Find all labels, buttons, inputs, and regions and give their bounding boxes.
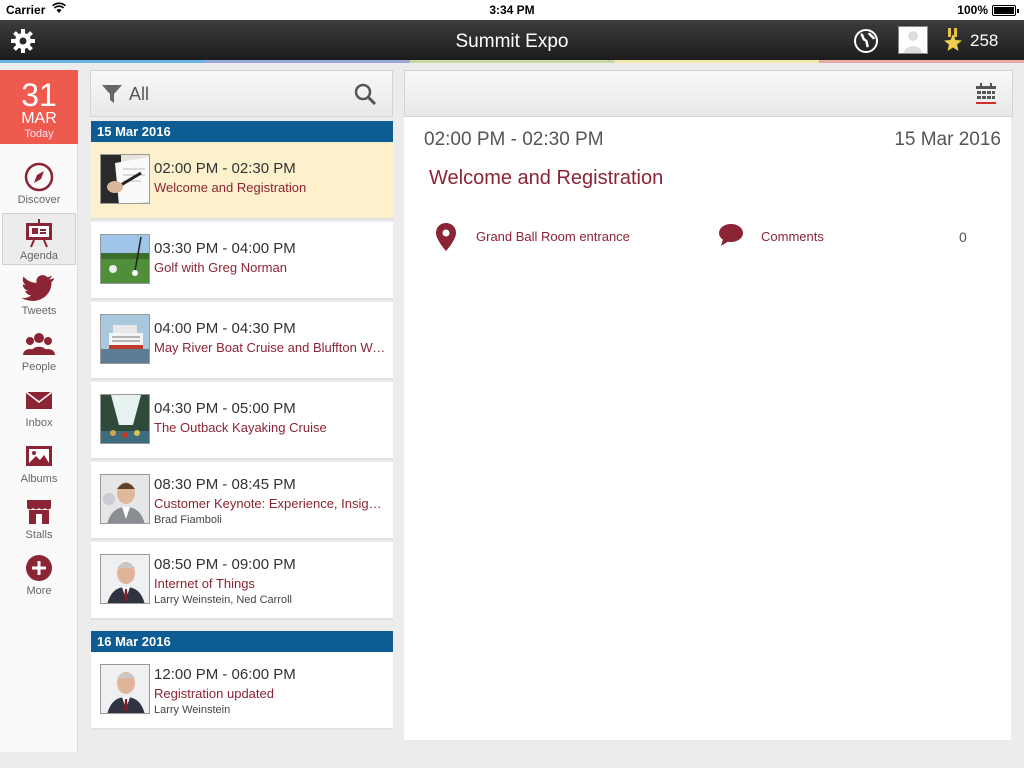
day-header: 15 Mar 2016: [91, 121, 393, 142]
event-title: Internet of Things: [154, 576, 255, 591]
speaker-photo: [100, 474, 150, 524]
event-thumbnail: [100, 314, 150, 364]
event-time: 12:00 PM - 06:00 PM: [154, 666, 296, 683]
sidebar-item-label: Discover: [17, 194, 61, 206]
event-time: 03:30 PM - 04:00 PM: [154, 240, 296, 257]
agenda-event[interactable]: 08:30 PM - 08:45 PM Customer Keynote: Ex…: [91, 462, 393, 540]
app-header: Summit Expo 258: [0, 20, 1024, 62]
event-time: 04:30 PM - 05:00 PM: [154, 400, 296, 417]
filter-bar: All: [90, 70, 393, 117]
clock: 3:34 PM: [489, 3, 535, 17]
sidebar-item-label: People: [21, 361, 57, 373]
sidebar-item-tweets[interactable]: Tweets: [2, 269, 76, 321]
comments-count: 0: [959, 229, 967, 245]
storefront-icon: [27, 500, 51, 524]
event-time: 08:30 PM - 08:45 PM: [154, 476, 296, 493]
speaker-photo: [100, 664, 150, 714]
presentation-icon: [26, 219, 52, 248]
event-title: May River Boat Cruise and Bluffton Walk: [154, 340, 388, 355]
event-thumbnail: [100, 234, 150, 284]
speaker-photo: [100, 554, 150, 604]
plus-circle-icon: [26, 555, 52, 581]
agenda-event[interactable]: 08:50 PM - 09:00 PM Internet of Things L…: [91, 542, 393, 620]
people-icon: [23, 333, 55, 355]
sidebar-item-label: Stalls: [25, 529, 53, 541]
sidebar-item-discover[interactable]: Discover: [2, 158, 76, 210]
battery-percent: 100%: [957, 3, 988, 17]
today-day: 31: [21, 77, 57, 113]
today-label: Today: [24, 128, 54, 140]
points-count: 258: [970, 31, 999, 50]
event-title: Golf with Greg Norman: [154, 260, 287, 275]
sidebar-item-albums[interactable]: Albums: [2, 437, 76, 489]
detail-date: 15 Mar 2016: [894, 129, 1001, 150]
twitter-bird-icon: [22, 275, 54, 301]
star-points-icon[interactable]: [942, 28, 964, 52]
event-speakers: Brad Fiamboli: [154, 514, 222, 526]
sidebar-item-agenda[interactable]: Agenda: [2, 213, 76, 265]
event-detail: 02:00 PM - 02:30 PM 15 Mar 2016 Welcome …: [404, 117, 1011, 740]
detail-time: 02:00 PM - 02:30 PM: [424, 129, 604, 150]
event-speakers: Larry Weinstein, Ned Carroll: [154, 594, 292, 606]
event-title: Registration updated: [154, 686, 274, 701]
agenda-event[interactable]: 12:00 PM - 06:00 PM Registration updated…: [91, 652, 393, 730]
user-avatar[interactable]: [898, 26, 928, 54]
picture-icon: [26, 446, 52, 466]
envelope-icon: [25, 391, 53, 409]
globe-icon[interactable]: [853, 28, 879, 54]
event-title: Welcome and Registration: [154, 180, 307, 195]
event-thumbnail: [100, 154, 150, 204]
filter-icon[interactable]: [101, 83, 123, 110]
comments-link[interactable]: Comments: [761, 229, 824, 244]
sidebar-item-stalls[interactable]: Stalls: [2, 493, 76, 545]
detail-toolbar: [404, 70, 1013, 117]
status-bar: Carrier 3:34 PM 100%: [0, 0, 1024, 20]
event-title: The Outback Kayaking Cruise: [154, 420, 327, 435]
compass-icon: [24, 162, 54, 192]
sidebar-item-label: Tweets: [21, 305, 57, 317]
event-title: Customer Keynote: Experience, Insight an…: [154, 496, 388, 511]
sidebar-item-people[interactable]: People: [2, 325, 76, 377]
calendar-icon[interactable]: [975, 83, 997, 110]
event-time: 08:50 PM - 09:00 PM: [154, 556, 296, 573]
agenda-event[interactable]: 02:00 PM - 02:30 PM Welcome and Registra…: [91, 142, 393, 220]
battery-icon: [992, 5, 1019, 16]
sidebar-item-inbox[interactable]: Inbox: [2, 381, 76, 433]
search-icon[interactable]: [353, 82, 377, 111]
sidebar-item-label: More: [26, 585, 52, 597]
sidebar-item-label: Albums: [20, 473, 58, 485]
event-speakers: Larry Weinstein: [154, 704, 231, 716]
event-time: 04:00 PM - 04:30 PM: [154, 320, 296, 337]
event-time: 02:00 PM - 02:30 PM: [154, 160, 296, 177]
header-color-strip: [0, 60, 1024, 63]
sidebar-item-label: Agenda: [20, 250, 58, 262]
event-location[interactable]: Grand Ball Room entrance: [476, 229, 630, 244]
agenda-list-panel: All 15 Mar 2016 02:00 PM - 02:30 PM Welc…: [90, 70, 394, 738]
today-month: MAR: [21, 110, 57, 127]
location-pin-icon: [436, 223, 456, 256]
agenda-event[interactable]: 03:30 PM - 04:00 PM Golf with Greg Norma…: [91, 222, 393, 300]
comment-icon[interactable]: [718, 223, 744, 252]
filter-label[interactable]: All: [129, 84, 149, 105]
day-header: 16 Mar 2016: [91, 631, 393, 652]
agenda-event[interactable]: 04:00 PM - 04:30 PM May River Boat Cruis…: [91, 302, 393, 380]
today-date-box[interactable]: 31 MAR Today: [0, 70, 78, 144]
event-thumbnail: [100, 394, 150, 444]
agenda-event[interactable]: 04:30 PM - 05:00 PM The Outback Kayaking…: [91, 382, 393, 460]
sidebar: 31 MAR Today Discover Agenda Tweets Peop…: [0, 70, 78, 752]
sidebar-item-more[interactable]: More: [2, 549, 76, 601]
detail-title: Welcome and Registration: [429, 167, 664, 189]
sidebar-item-label: Inbox: [25, 417, 53, 429]
